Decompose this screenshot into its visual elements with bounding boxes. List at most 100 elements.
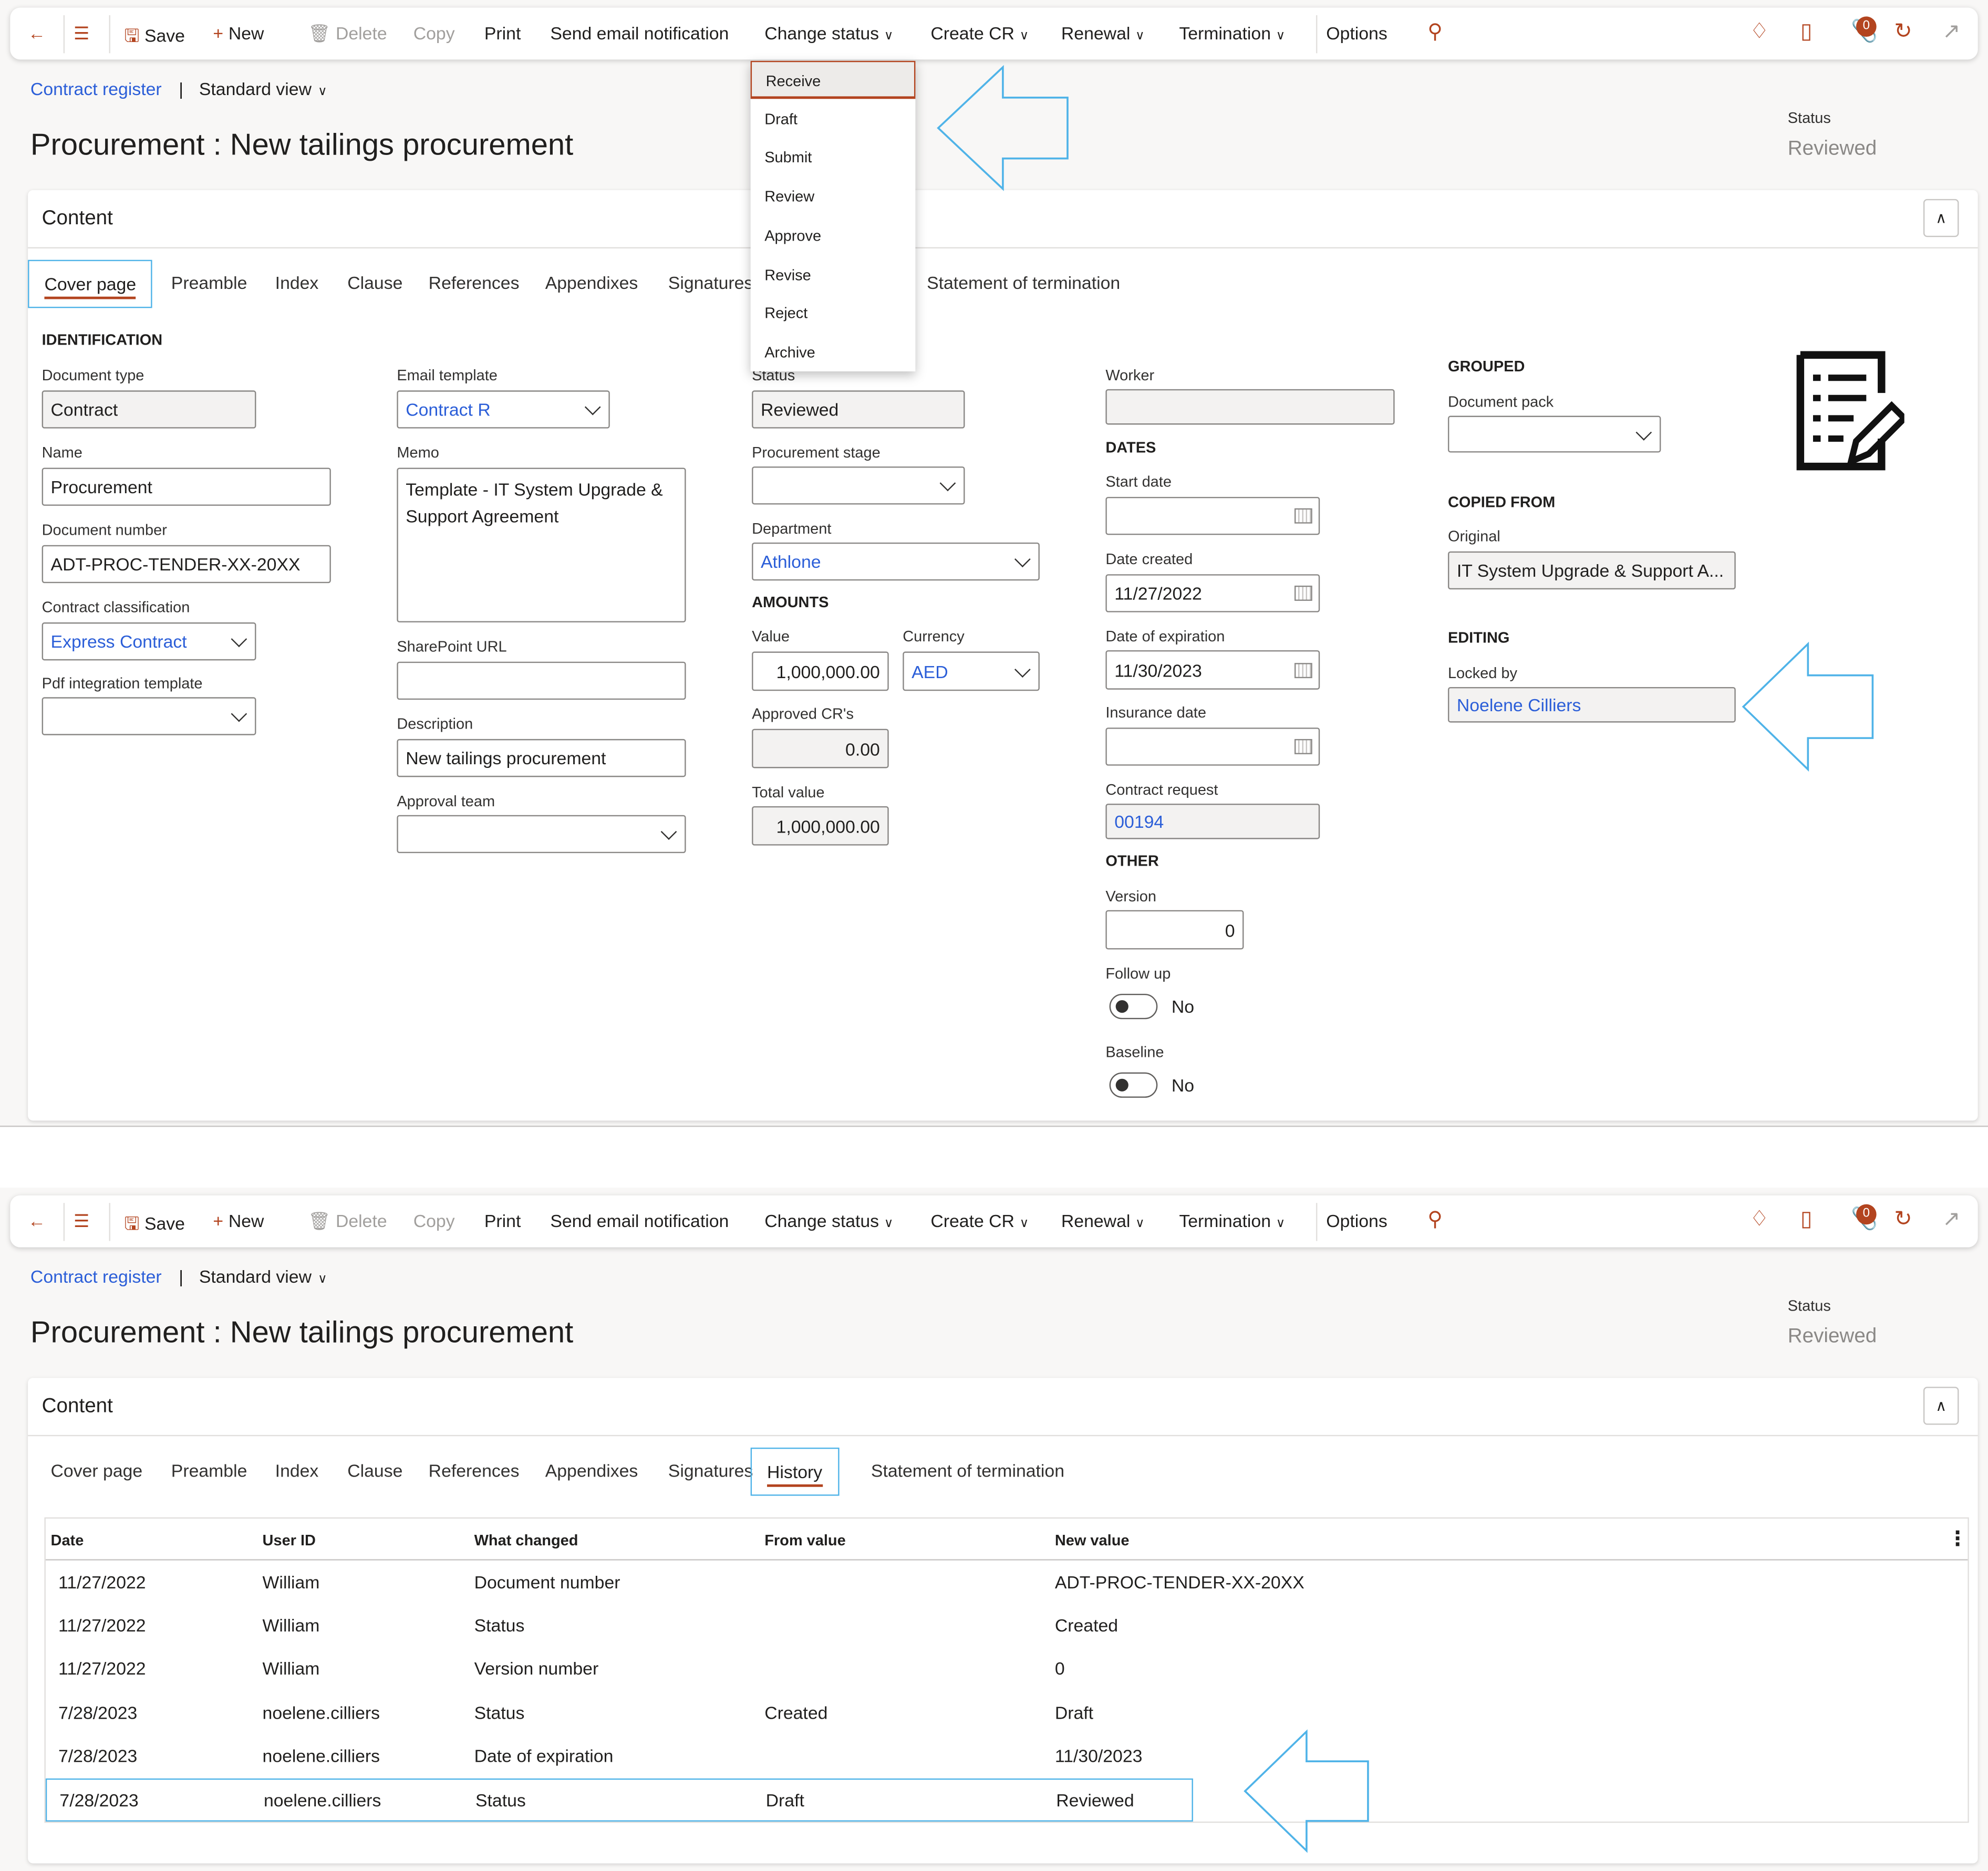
table-row[interactable]: 11/27/2022 William Status Created — [46, 1605, 1948, 1648]
table-row[interactable]: 7/28/2023 noelene.cilliers Status Created Dr… — [46, 1692, 1948, 1735]
tab-preamble[interactable]: Preamble — [171, 1460, 247, 1481]
calendar-icon[interactable] — [1294, 739, 1312, 754]
locked-by-field[interactable]: Noelene Cilliers — [1447, 687, 1736, 723]
create-cr-button[interactable]: Create CR ∨ — [930, 1211, 1029, 1231]
send-email-button[interactable]: Send email notification — [550, 1211, 729, 1231]
date-expiration-field[interactable]: 11/30/2023 — [1105, 650, 1320, 690]
follow-up-toggle[interactable] — [1109, 994, 1158, 1020]
document-number-field[interactable]: ADT-PROC-TENDER-XX-20XX — [42, 545, 331, 584]
search-icon[interactable]: ⚲ — [1427, 1207, 1442, 1232]
tab-references[interactable]: References — [429, 1460, 520, 1481]
options-button[interactable]: Options — [1326, 1211, 1387, 1231]
tab-signatures[interactable]: Signatures — [668, 273, 753, 293]
chevron-down-icon[interactable] — [1635, 423, 1652, 440]
menu-item-draft[interactable]: Draft — [751, 100, 916, 138]
tab-signatures[interactable]: Signatures — [668, 1460, 753, 1481]
department-select[interactable]: Athlone — [752, 542, 1040, 581]
refresh-icon[interactable]: ↻ — [1894, 1207, 1912, 1232]
refresh-icon[interactable]: ↻ — [1894, 19, 1912, 44]
procurement-stage-select[interactable] — [752, 466, 965, 505]
description-field[interactable]: New tailings procurement — [397, 739, 686, 777]
new-button[interactable]: + New — [213, 23, 264, 43]
menu-button[interactable]: ☰ — [74, 23, 95, 44]
name-field[interactable]: Procurement — [42, 467, 331, 506]
menu-item-archive[interactable]: Archive — [751, 333, 916, 371]
diamond-icon[interactable]: ♢ — [1749, 1207, 1769, 1232]
tab-statement-of-termination[interactable]: Statement of termination — [927, 273, 1120, 293]
popout-icon[interactable]: ↗ — [1942, 19, 1960, 44]
chevron-down-icon[interactable] — [231, 705, 247, 722]
tab-statement-of-termination[interactable]: Statement of termination — [871, 1460, 1064, 1481]
breadcrumb-link[interactable]: Contract register — [30, 79, 162, 99]
calendar-icon[interactable] — [1294, 508, 1312, 524]
menu-item-receive[interactable]: Receive — [750, 60, 916, 99]
column-header-what-changed[interactable]: What changed — [474, 1531, 578, 1549]
original-field[interactable]: IT System Upgrade & Support A... — [1447, 551, 1736, 590]
chevron-down-icon[interactable] — [231, 631, 247, 648]
start-date-field[interactable] — [1105, 497, 1320, 535]
calendar-icon[interactable] — [1294, 662, 1312, 678]
value-field[interactable]: 1,000,000.00 — [752, 651, 889, 691]
tab-cover-page[interactable]: Cover page — [28, 259, 153, 308]
menu-item-revise[interactable]: Revise — [751, 255, 916, 293]
menu-button[interactable]: ☰ — [74, 1211, 95, 1232]
email-template-select[interactable]: Contract R — [397, 390, 610, 429]
calendar-icon[interactable] — [1294, 585, 1312, 601]
approval-team-select[interactable] — [397, 815, 686, 854]
search-icon[interactable]: ⚲ — [1427, 19, 1442, 44]
print-button[interactable]: Print — [484, 1211, 521, 1231]
baseline-toggle[interactable] — [1109, 1072, 1158, 1098]
back-button[interactable]: ← — [28, 1211, 50, 1231]
collapse-button[interactable]: ∧ — [1923, 199, 1959, 237]
chevron-down-icon[interactable] — [660, 824, 677, 840]
renewal-button[interactable]: Renewal ∨ — [1061, 1211, 1145, 1231]
create-cr-button[interactable]: Create CR ∨ — [930, 23, 1029, 43]
tab-index[interactable]: Index — [275, 1460, 319, 1481]
table-row[interactable]: 7/28/2023 noelene.cilliers Status Draft Revi… — [45, 1778, 1193, 1822]
column-header-from-value[interactable]: From value — [764, 1531, 846, 1549]
new-button[interactable]: + New — [213, 1211, 264, 1231]
status-field[interactable]: Reviewed — [752, 390, 965, 429]
insurance-date-field[interactable] — [1105, 727, 1320, 766]
tab-clause[interactable]: Clause — [347, 273, 402, 293]
office-icon[interactable]: ▯ — [1800, 1207, 1813, 1232]
table-row[interactable]: 11/27/2022 William Version number 0 — [46, 1648, 1948, 1691]
currency-select[interactable]: AED — [903, 651, 1040, 691]
delete-button[interactable]: 🗑 Delete — [308, 23, 387, 44]
date-created-field[interactable]: 11/27/2022 — [1105, 574, 1320, 612]
change-status-button[interactable]: Change status ∨ — [764, 1211, 893, 1231]
menu-item-approve[interactable]: Approve — [751, 216, 916, 254]
view-selector[interactable]: Standard view ∨ — [199, 1266, 327, 1287]
approved-crs-field[interactable]: 0.00 — [752, 729, 889, 768]
total-value-field[interactable]: 1,000,000.00 — [752, 806, 889, 846]
delete-button[interactable]: 🗑 Delete — [308, 1211, 387, 1232]
contract-classification-select[interactable]: Express Contract — [42, 622, 256, 661]
memo-field[interactable]: Template - IT System Upgrade & Support A… — [397, 467, 686, 622]
termination-button[interactable]: Termination ∨ — [1179, 23, 1285, 43]
document-type-field[interactable]: Contract — [42, 390, 256, 429]
version-field[interactable]: 0 — [1105, 910, 1244, 950]
chevron-down-icon[interactable] — [939, 475, 956, 492]
options-button[interactable]: Options — [1326, 23, 1387, 43]
menu-item-review[interactable]: Review — [751, 178, 916, 215]
popout-icon[interactable]: ↗ — [1942, 1207, 1960, 1232]
back-button[interactable]: ← — [28, 23, 50, 43]
tab-appendixes[interactable]: Appendixes — [545, 1460, 638, 1481]
renewal-button[interactable]: Renewal ∨ — [1061, 23, 1145, 43]
worker-field[interactable] — [1105, 389, 1395, 425]
breadcrumb-link[interactable]: Contract register — [30, 1266, 162, 1287]
table-row[interactable]: 11/27/2022 William Document number ADT-PROC… — [46, 1562, 1948, 1605]
tab-cover-page[interactable]: Cover page — [51, 1460, 143, 1481]
view-selector[interactable]: Standard view ∨ — [199, 79, 327, 99]
menu-item-reject[interactable]: Reject — [751, 294, 916, 332]
collapse-button[interactable]: ∧ — [1923, 1387, 1959, 1425]
chevron-down-icon[interactable] — [1014, 551, 1031, 568]
contract-request-field[interactable]: 00194 — [1105, 804, 1320, 839]
chevron-down-icon[interactable] — [584, 399, 601, 415]
document-pack-select[interactable] — [1447, 415, 1661, 453]
column-header-new-value[interactable]: New value — [1055, 1531, 1130, 1549]
tab-references[interactable]: References — [429, 273, 520, 293]
table-row[interactable]: 7/28/2023 noelene.cilliers Date of expirat… — [46, 1735, 1948, 1778]
termination-button[interactable]: Termination ∨ — [1179, 1211, 1285, 1231]
column-header-date[interactable]: Date — [51, 1531, 84, 1549]
